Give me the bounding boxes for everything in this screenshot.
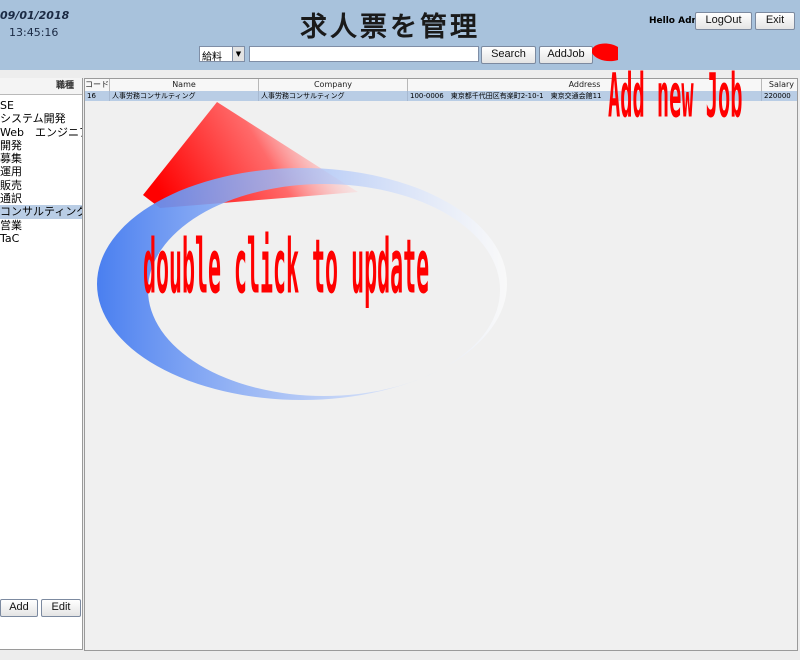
job-table[interactable]: コード Name Company Address Salary 16 人事労務コ… bbox=[84, 78, 798, 651]
add-new-job-annotation: Add new Job bbox=[608, 60, 743, 132]
category-list: SE システム開発 Web エンジニア 開発 募集 運用 販売 通訳 コンサルテ… bbox=[0, 99, 82, 245]
chevron-down-icon[interactable]: ▼ bbox=[232, 47, 244, 61]
category-item[interactable]: TaC bbox=[0, 232, 82, 245]
page-title: 求人票を管理 bbox=[300, 12, 480, 43]
cell-code: 16 bbox=[85, 91, 110, 101]
add-category-button[interactable]: Add bbox=[0, 599, 38, 617]
category-item-selected[interactable]: コンサルティング bbox=[0, 205, 82, 219]
logout-button[interactable]: LogOut bbox=[695, 12, 752, 30]
column-header-salary[interactable]: Salary bbox=[762, 79, 797, 91]
current-time: 13:45:16 bbox=[9, 26, 59, 39]
edit-category-button[interactable]: Edit bbox=[41, 599, 81, 617]
current-date: 09/01/2018 bbox=[0, 9, 70, 22]
search-button[interactable]: Search bbox=[481, 46, 536, 64]
column-header-company[interactable]: Company bbox=[259, 79, 408, 91]
category-item[interactable]: 開発 bbox=[0, 139, 82, 152]
search-field-value: 給料 bbox=[202, 52, 222, 63]
double-click-annotation: double click to update bbox=[143, 225, 430, 313]
category-item[interactable]: 募集 bbox=[0, 152, 82, 165]
exit-button[interactable]: Exit bbox=[755, 12, 795, 30]
sidebar-header: 職種 bbox=[0, 78, 82, 95]
cell-salary: 220000 bbox=[764, 92, 791, 100]
category-item[interactable]: 運用 bbox=[0, 165, 82, 178]
cell-name: 人事労務コンサルティング bbox=[110, 91, 259, 101]
column-header-name[interactable]: Name bbox=[110, 79, 259, 91]
search-input[interactable] bbox=[249, 46, 479, 62]
category-item[interactable]: 営業 bbox=[0, 219, 82, 232]
category-item[interactable]: システム開発 bbox=[0, 112, 82, 125]
category-sidebar: 職種 SE システム開発 Web エンジニア 開発 募集 運用 販売 通訳 コン… bbox=[0, 78, 83, 650]
addjob-button[interactable]: AddJob bbox=[539, 46, 593, 64]
category-item[interactable]: 通訳 bbox=[0, 192, 82, 205]
category-item[interactable]: SE bbox=[0, 99, 82, 112]
cell-company: 人事労務コンサルティング bbox=[259, 91, 408, 101]
category-item[interactable]: Web エンジニア bbox=[0, 126, 82, 139]
column-header-code[interactable]: コード bbox=[85, 79, 110, 91]
category-item[interactable]: 販売 bbox=[0, 179, 82, 192]
search-field-select[interactable]: 給料 ▼ bbox=[199, 46, 245, 63]
